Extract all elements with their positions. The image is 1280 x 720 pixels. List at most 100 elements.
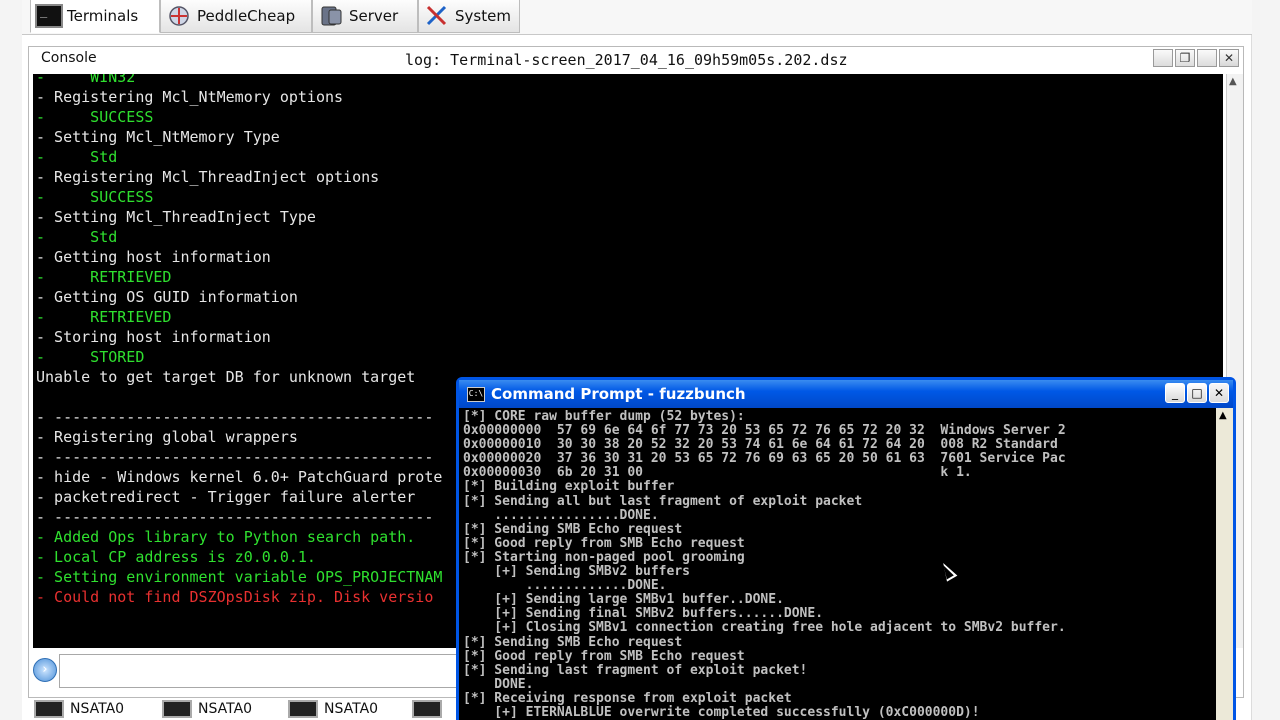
terminal-line: - Storing host information <box>36 328 271 346</box>
cmd-output-line: [*] Sending SMB Echo request <box>463 634 683 650</box>
console-window-controls: ❐ ✕ <box>1153 49 1239 67</box>
session-tab-label: NSATA0 <box>70 700 125 717</box>
session-tab[interactable]: NSATA0 <box>34 697 124 720</box>
cmd-output-line: [*] CORE raw buffer dump (52 bytes): <box>463 409 745 424</box>
monitor-icon <box>412 699 442 718</box>
terminal-lines: - WIN32 - Registering Mcl_NtMemory option… <box>36 74 442 607</box>
scroll-up-icon[interactable]: ▲ <box>1219 410 1227 421</box>
terminal-line: Unable to get target DB for unknown targ… <box>36 368 416 386</box>
terminal-line: - WIN32 <box>36 74 136 86</box>
terminal-line: - Std <box>36 148 118 166</box>
restore-button[interactable]: ❐ <box>1175 49 1195 67</box>
cmd-output-line: [*] Sending SMB Echo request <box>463 521 683 537</box>
cmd-output-line: DONE. <box>463 676 534 692</box>
main-tab-bar: Terminals PeddleCheap Server System <box>22 0 1252 35</box>
terminal-line: - Registering Mcl_ThreadInject options <box>36 168 380 186</box>
server-icon <box>317 4 345 28</box>
terminal-line: - SUCCESS <box>36 188 154 206</box>
cmd-output-line: [*] Building exploit buffer <box>463 479 675 495</box>
cmd-output-line: [+] ETERNALBLUE overwrite completed succ… <box>463 704 980 720</box>
maximize-button[interactable] <box>1197 49 1217 67</box>
tab-peddlecheap[interactable]: PeddleCheap <box>160 0 312 33</box>
terminal-line: - --------------------------------------… <box>36 448 434 466</box>
cmd-output-line: [*] Good reply from SMB Echo request <box>463 535 745 551</box>
cmd-output-line: .............DONE. <box>463 578 667 594</box>
console-title: Console <box>41 50 97 66</box>
cmd-output-line: 0x00000010 30 30 38 20 52 32 20 53 74 61… <box>463 437 1066 453</box>
terminal-line: - Registering global wrappers <box>36 428 298 446</box>
terminal-line: - --------------------------------------… <box>36 508 434 526</box>
terminal-icon <box>35 4 63 28</box>
terminal-line: - hide - Windows kernel 6.0+ PatchGuard … <box>36 468 443 486</box>
left-edge <box>0 0 22 720</box>
terminal-line: - Getting OS GUID information <box>36 288 298 306</box>
cmd-output-line: [*] Starting non-paged pool grooming <box>463 549 745 565</box>
tab-system[interactable]: System <box>418 0 520 33</box>
tab-label: System <box>455 7 511 25</box>
tab-terminals[interactable]: Terminals <box>30 0 160 33</box>
monitor-icon <box>34 699 64 718</box>
terminal-line: - Std <box>36 228 118 246</box>
right-edge-scroll-area <box>1251 0 1280 720</box>
session-tab-label: NSATA0 <box>198 700 253 717</box>
cmd-output-line: [*] Sending all but last fragment of exp… <box>463 493 863 509</box>
cmd-window-controls: _ □ ✕ <box>1165 383 1229 403</box>
session-tab[interactable] <box>412 697 448 720</box>
cmd-output-line: [+] Sending final SMBv2 buffers......DON… <box>463 606 824 622</box>
maximize-button[interactable]: □ <box>1187 383 1207 403</box>
run-arrow-icon[interactable]: › <box>33 658 57 682</box>
command-input[interactable] <box>59 654 469 688</box>
terminal-session-tabs: NSATA0 NSATA0 NSATA0 <box>28 697 468 720</box>
tab-server[interactable]: Server <box>312 0 418 33</box>
minimize-button[interactable]: _ <box>1165 383 1185 403</box>
peddlecheap-icon <box>165 4 193 28</box>
cmd-output-line: [+] Sending large SMBv1 buffer..DONE. <box>463 592 784 608</box>
cmd-output-line: [*] Sending last fragment of exploit pac… <box>463 662 808 678</box>
console-header: Console log: Terminal-screen_2017_04_16_… <box>29 47 1243 74</box>
cmd-icon: C:\ <box>467 387 485 402</box>
terminal-line: - Registering Mcl_NtMemory options <box>36 88 344 106</box>
session-tab[interactable]: NSATA0 <box>162 697 252 720</box>
tab-label: PeddleCheap <box>197 7 296 25</box>
system-icon <box>423 4 451 28</box>
command-input-row: › <box>33 650 469 690</box>
tab-label: Server <box>349 7 399 25</box>
command-prompt-output: [*] CORE raw buffer dump (52 bytes): 0x00… <box>459 408 1219 720</box>
terminal-line: - Getting host information <box>36 248 271 266</box>
cmd-output-line: 0x00000020 37 36 30 31 20 53 65 72 76 69… <box>463 451 1066 467</box>
terminal-line: - Added Ops library to Python search pat… <box>36 528 416 546</box>
tab-label: Terminals <box>67 7 139 25</box>
minimize-button[interactable] <box>1153 49 1173 67</box>
terminal-line: - RETRIEVED <box>36 308 172 326</box>
terminal-line: - Setting environment variable OPS_PROJE… <box>36 568 443 586</box>
close-button[interactable]: ✕ <box>1209 383 1229 403</box>
window-title: Command Prompt - fuzzbunch <box>491 385 746 403</box>
terminal-line: - --------------------------------------… <box>36 408 434 426</box>
terminal-line: - Setting Mcl_NtMemory Type <box>36 128 280 146</box>
close-button[interactable]: ✕ <box>1219 49 1239 67</box>
command-prompt-titlebar[interactable]: C:\ Command Prompt - fuzzbunch _ □ ✕ <box>459 380 1233 408</box>
log-filename: log: Terminal-screen_2017_04_16_09h59m05… <box>405 51 848 69</box>
cmd-output-line: 0x00000030 6b 20 31 00 k 1. <box>463 465 972 481</box>
cmd-output-line: 0x00000000 57 69 6e 64 6f 77 73 20 53 65… <box>463 423 1066 439</box>
cmd-scrollbar[interactable]: ▲ <box>1216 408 1233 720</box>
terminal-line: - SUCCESS <box>36 108 154 126</box>
cmd-output-line: [+] Sending SMBv2 buffers <box>463 564 690 580</box>
session-tab[interactable]: NSATA0 <box>288 697 378 720</box>
cmd-output-line: [+] Closing SMBv1 connection creating fr… <box>463 620 1066 636</box>
cmd-output-line: [*] Good reply from SMB Echo request <box>463 648 745 664</box>
command-prompt-window: C:\ Command Prompt - fuzzbunch _ □ ✕ [*]… <box>456 377 1236 720</box>
terminal-line: - packetredirect - Trigger failure alert… <box>36 488 416 506</box>
terminal-line: - Setting Mcl_ThreadInject Type <box>36 208 316 226</box>
monitor-icon <box>162 699 192 718</box>
scroll-up-icon[interactable]: ▲ <box>1229 76 1237 87</box>
cmd-output-line: [*] Receiving response from exploit pack… <box>463 690 792 706</box>
monitor-icon <box>288 699 318 718</box>
cmd-output-line: ................DONE. <box>463 507 659 523</box>
terminal-line: - RETRIEVED <box>36 268 172 286</box>
terminal-line: - STORED <box>36 348 145 366</box>
session-tab-label: NSATA0 <box>324 700 379 717</box>
cmd-output-lines: [*] CORE raw buffer dump (52 bytes): 0x00… <box>463 409 1066 720</box>
terminal-line: - Could not find DSZOpsDisk zip. Disk ve… <box>36 588 434 606</box>
